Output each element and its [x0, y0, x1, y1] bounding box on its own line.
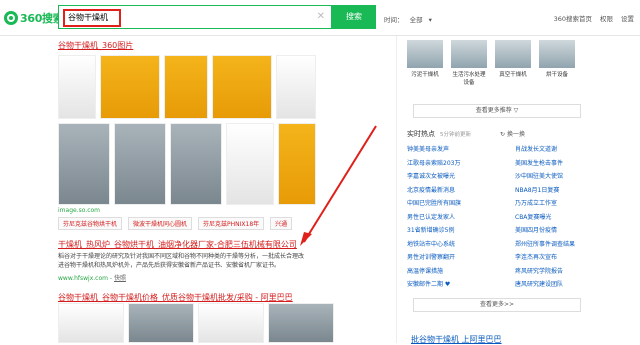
time-filter[interactable]: 时间： 全部 ▾	[384, 14, 436, 24]
related-image	[495, 40, 531, 68]
hot-item[interactable]: 高温停课措施	[407, 266, 515, 275]
related-image-label: 污泥干燥机	[411, 72, 439, 78]
top-links: 360搜索首页 权限 设置	[554, 13, 634, 23]
refresh-button[interactable]: ↻ 换一换	[500, 129, 525, 138]
hot-item[interactable]: 北京疫情最新消息	[407, 185, 515, 194]
hot-item[interactable]: 男性对训警察翻开	[407, 252, 515, 261]
settings-link[interactable]: 设置	[621, 13, 634, 23]
result-image[interactable]	[58, 55, 96, 119]
hot-item[interactable]: 中国已完胜所有国旗	[407, 198, 515, 207]
image-tags: 芬尼克兹谷物烘干机 微波干燥机同心圆机 芬尼克兹PHNIX18年 兴通	[58, 217, 293, 230]
search-input[interactable]: 谷物干燥机	[63, 9, 121, 27]
result-image[interactable]	[100, 55, 160, 119]
result-image[interactable]	[128, 303, 194, 343]
search-box[interactable]: 谷物干燥机 ✕	[58, 5, 332, 29]
hot-item[interactable]: 安徽邮件二期 ♥	[407, 279, 515, 288]
right-sidebar: 污泥干燥机 生活污水处理设备 真空干燥机 烘干设备 查看更多推荐 ▽ 实时热点 …	[396, 36, 640, 345]
hot-item[interactable]: 乃万成立工作室	[515, 198, 623, 207]
hot-item[interactable]: 江歌母亲索赔203万	[407, 158, 515, 167]
cache-link[interactable]: 快照	[114, 275, 126, 282]
result-image[interactable]	[170, 123, 222, 205]
search-button[interactable]: 搜索	[332, 5, 376, 29]
hot-item[interactable]: 美国发生枪击事件	[515, 158, 623, 167]
result-url-text[interactable]: www.hfswjx.com	[58, 275, 108, 282]
hot-item[interactable]: 李连杰再次宣布	[515, 252, 623, 261]
result-image[interactable]	[58, 123, 110, 205]
image-tag[interactable]: 兴通	[270, 217, 293, 230]
hot-item[interactable]: NBA8月1日复赛	[515, 185, 623, 194]
hot-title: 实时热点	[407, 130, 435, 138]
hot-item[interactable]: 男性已认定发家人	[407, 212, 515, 221]
result-title[interactable]: 干燥机_热风炉_谷物烘干机_油烟净化器厂家-合肥三伍机械有限公司	[58, 239, 297, 250]
hot-item[interactable]: 31省新增确诊5例	[407, 225, 515, 234]
hot-header: 实时热点 5分钟前更新 ↻ 换一换	[407, 129, 525, 139]
result-images	[58, 303, 334, 343]
alibaba-link[interactable]: 批谷物干燥机 上阿里巴巴	[411, 334, 502, 345]
result-image[interactable]	[276, 55, 316, 119]
result-url: www.hfswjx.com - 快照	[58, 275, 126, 282]
result-image[interactable]	[278, 123, 316, 205]
related-image	[451, 40, 487, 68]
logo-text: 360搜索	[20, 12, 64, 25]
filter-label: 时间：	[384, 16, 404, 24]
hot-item[interactable]: 李嘉诚次女被曝光	[407, 171, 515, 180]
result-image[interactable]	[198, 303, 264, 343]
clear-icon[interactable]: ✕	[317, 11, 325, 22]
more-hot-button[interactable]: 查看更多>>	[413, 298, 581, 312]
related-image-item[interactable]: 烘干设备	[539, 40, 575, 86]
hot-subtitle: 5分钟前更新	[440, 132, 471, 138]
result-description: 稻谷对于干燥理论的研究及针对我国不同区域和谷物不同种类的干燥等分析，一批成长合理…	[58, 253, 305, 269]
permission-link[interactable]: 权限	[600, 13, 613, 23]
image-source[interactable]: image.so.com	[58, 207, 100, 214]
result-image[interactable]	[268, 303, 334, 343]
related-image-item[interactable]: 生活污水处理设备	[451, 40, 487, 86]
related-image-item[interactable]: 污泥干燥机	[407, 40, 443, 86]
hot-item[interactable]: 沙中国驻美大使馆	[515, 171, 623, 180]
result-image[interactable]	[164, 55, 208, 119]
filter-value[interactable]: 全部	[410, 16, 423, 24]
result-title[interactable]: 谷物干燥机_谷物干燥机价格_优质谷物干燥机批发/采购 - 阿里巴巴	[58, 292, 293, 303]
top-bar: 360搜索 谷物干燥机 ✕ 搜索 时间： 全部 ▾ 360搜索首页 权限 设置	[0, 0, 640, 36]
result-image[interactable]	[58, 303, 124, 343]
related-images: 污泥干燥机 生活污水处理设备 真空干燥机 烘干设备	[407, 40, 575, 86]
related-image-label: 生活污水处理设备	[452, 72, 486, 86]
hot-item[interactable]: 美国四月份疫情	[515, 225, 623, 234]
logo-icon	[4, 11, 18, 25]
hot-item[interactable]: 郑州驻所事件调查结果	[515, 239, 623, 248]
related-image-label: 烘干设备	[545, 72, 568, 78]
logo[interactable]: 360搜索	[4, 10, 64, 26]
more-related-button[interactable]: 查看更多推荐 ▽	[413, 104, 581, 118]
chevron-down-icon: ▾	[428, 16, 432, 24]
image-tag[interactable]: 微波干燥机同心圆机	[128, 217, 193, 230]
result-image[interactable]	[212, 55, 272, 119]
home-link[interactable]: 360搜索首页	[554, 13, 592, 23]
hot-item[interactable]: 肖战发长文道谢	[515, 144, 623, 153]
hot-item[interactable]: 疼风研究学院报告	[515, 266, 623, 275]
image-tag[interactable]: 芬尼克兹PHNIX18年	[198, 217, 265, 230]
image-tag[interactable]: 芬尼克兹谷物烘干机	[58, 217, 123, 230]
hot-item[interactable]: CBA复赛曝光	[515, 212, 623, 221]
related-image	[539, 40, 575, 68]
hot-list: 钟美美母亲发声 肖战发长文道谢 江歌母亲索赔203万 美国发生枪击事件 李嘉诚次女被曝光…	[407, 144, 627, 288]
result-image[interactable]	[114, 123, 166, 205]
results-column: 谷物干燥机_360图片	[58, 40, 388, 205]
related-image-label: 真空干燥机	[499, 72, 527, 78]
hot-item[interactable]: 钟美美母亲发声	[407, 144, 515, 153]
image-grid	[58, 55, 316, 205]
image-result-title[interactable]: 谷物干燥机_360图片	[58, 40, 388, 51]
result-image[interactable]	[226, 123, 274, 205]
hot-item[interactable]: 唐风研究建设团队	[515, 279, 623, 288]
related-image	[407, 40, 443, 68]
hot-item[interactable]: 地铁站市中心系统	[407, 239, 515, 248]
related-image-item[interactable]: 真空干燥机	[495, 40, 531, 86]
